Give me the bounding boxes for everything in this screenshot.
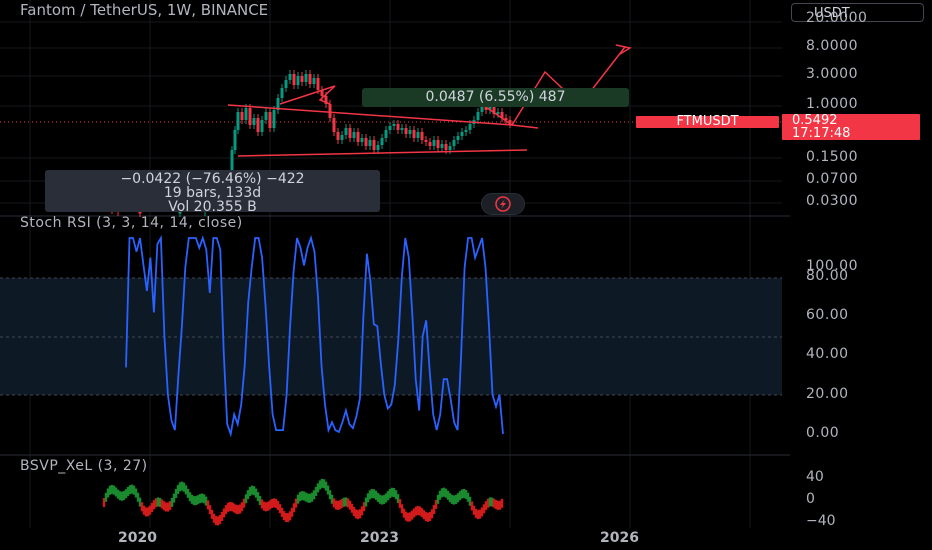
bsvp-tick: 40 xyxy=(806,469,824,485)
candle xyxy=(376,145,380,150)
candle xyxy=(452,140,456,146)
candle xyxy=(380,138,384,145)
stoch-tick: 0.00 xyxy=(806,425,840,441)
candle xyxy=(396,124,400,130)
candle xyxy=(352,132,356,138)
candle xyxy=(236,112,240,130)
candle xyxy=(460,132,464,136)
candle xyxy=(456,136,460,140)
candle xyxy=(420,132,424,140)
candle xyxy=(248,108,252,125)
price-tick: 8.0000 xyxy=(806,38,858,54)
chart-title: Fantom / TetherUS, 1W, BINANCE xyxy=(20,1,269,19)
candle xyxy=(344,128,348,135)
candle xyxy=(233,130,237,150)
candle xyxy=(316,78,320,90)
candle xyxy=(464,130,468,132)
candle xyxy=(416,132,420,138)
candle xyxy=(360,138,364,142)
measure-tooltip: −0.0422 (−76.46%) −422 19 bars, 133d Vol… xyxy=(45,170,380,215)
bsvp-tick: 0 xyxy=(806,491,815,507)
stoch-tick: 20.00 xyxy=(806,386,849,402)
candle xyxy=(444,144,448,150)
candle xyxy=(436,140,440,148)
candle xyxy=(260,120,264,132)
stoch-tick: 80.00 xyxy=(806,268,849,284)
bsvp-tick: −40 xyxy=(806,513,836,529)
time-tick: 2020 xyxy=(118,530,157,546)
candle xyxy=(368,140,372,146)
candle xyxy=(412,130,416,138)
candle xyxy=(340,135,344,140)
symbol-badge: FTMUSDT xyxy=(636,115,779,128)
candle xyxy=(300,76,304,82)
candle xyxy=(440,144,444,148)
candle xyxy=(332,118,336,132)
lower-trendline xyxy=(237,149,528,157)
flash-button[interactable] xyxy=(481,193,525,215)
candle xyxy=(328,104,332,118)
candle xyxy=(308,74,312,84)
bsvp-label[interactable]: BSVP_XeL (3, 27) xyxy=(20,458,148,474)
time-tick: 2023 xyxy=(360,530,399,546)
candle xyxy=(400,128,404,130)
stoch-tick: 40.00 xyxy=(806,346,849,362)
candle xyxy=(432,140,436,146)
bar-countdown: 17:17:48 xyxy=(792,126,851,141)
candle xyxy=(280,88,284,98)
candle xyxy=(476,112,480,120)
candle xyxy=(268,112,272,128)
price-tick: 0.0300 xyxy=(806,193,858,209)
price-tick: 1.0000 xyxy=(806,96,858,112)
price-tick: 0.0700 xyxy=(806,171,858,187)
candle xyxy=(252,118,256,125)
candle xyxy=(288,74,292,80)
range-measure-label: 0.0487 (6.55%) 487 xyxy=(362,88,629,107)
candle xyxy=(408,130,412,134)
stoch-tick: 60.00 xyxy=(806,307,849,323)
price-tick: 0.1500 xyxy=(806,149,858,165)
candle xyxy=(364,138,368,146)
candle xyxy=(304,74,308,82)
candle xyxy=(356,132,360,142)
candle xyxy=(468,124,472,130)
measure-volume: Vol 20.355 B xyxy=(168,199,257,215)
candle xyxy=(296,76,300,85)
candle xyxy=(384,130,388,138)
candle xyxy=(256,118,260,132)
candle xyxy=(348,128,352,138)
bsvp-oscillator xyxy=(102,478,504,526)
candle xyxy=(388,126,392,130)
candle xyxy=(292,74,296,85)
candle xyxy=(244,108,248,120)
candle xyxy=(284,80,288,88)
candle xyxy=(392,124,396,126)
candle xyxy=(496,112,500,114)
candle xyxy=(264,112,268,120)
candle xyxy=(428,142,432,146)
chart-grid xyxy=(0,0,782,528)
candle xyxy=(404,128,408,134)
candle xyxy=(424,140,428,142)
candle xyxy=(272,110,276,128)
time-tick: 2026 xyxy=(600,530,639,546)
candle xyxy=(372,140,376,150)
candle xyxy=(336,132,340,140)
candle xyxy=(312,78,316,84)
price-tick: 3.0000 xyxy=(806,66,858,82)
measure-change: −0.0422 (−76.46%) −422 xyxy=(120,171,305,187)
last-price-badge: 0.5492 17:17:48 xyxy=(782,114,920,140)
stoch-rsi-label[interactable]: Stoch RSI (3, 3, 14, 14, close) xyxy=(20,215,243,231)
candle xyxy=(240,112,244,120)
price-tick: 20.0000 xyxy=(806,10,868,26)
measure-bars: 19 bars, 133d xyxy=(163,185,262,201)
candle xyxy=(448,146,452,150)
